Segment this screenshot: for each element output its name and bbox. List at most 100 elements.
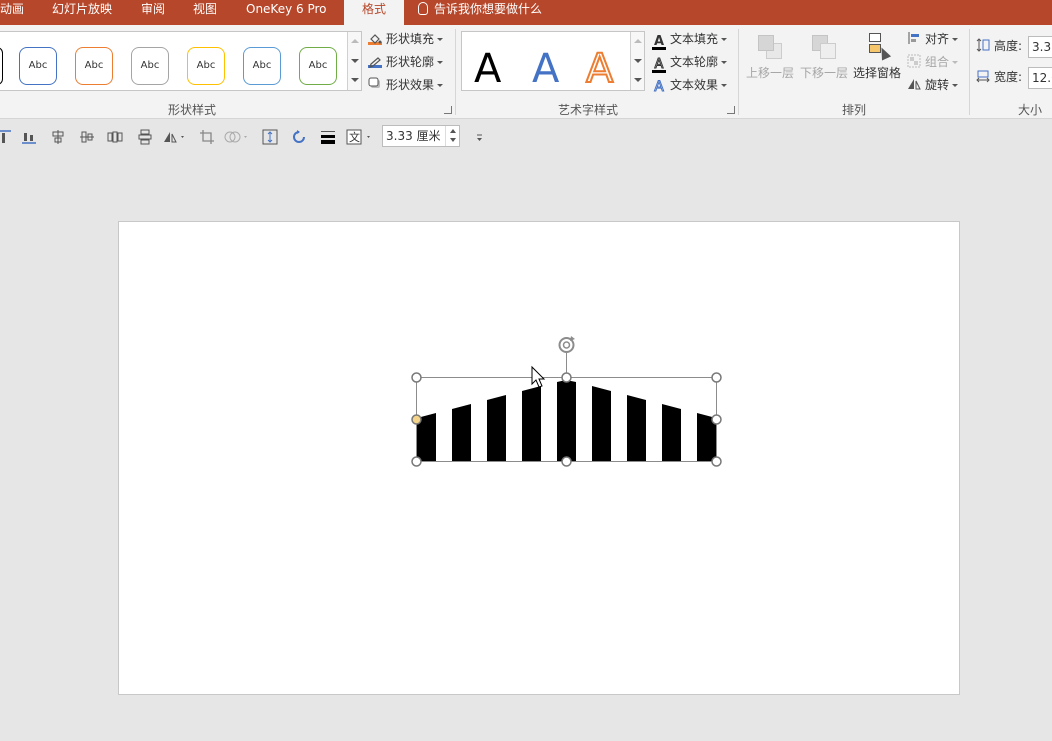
selection-pane-button[interactable]: 选择窗格: [849, 33, 905, 81]
group-label: 组合: [925, 55, 950, 69]
text-fill-label: 文本填充: [670, 32, 719, 46]
quick-format-toolbar: 文 3.33 厘米: [0, 120, 1052, 154]
shape-style-swatch-partial[interactable]: [0, 47, 3, 85]
align-center-icon[interactable]: [50, 129, 66, 145]
crop-icon[interactable]: [199, 129, 215, 145]
slide-canvas[interactable]: [118, 221, 960, 695]
resize-handle-se[interactable]: [711, 456, 722, 467]
adjust-handle[interactable]: [411, 414, 422, 425]
scroll-up-icon[interactable]: [351, 39, 359, 43]
scroll-up-icon[interactable]: [634, 39, 642, 43]
mouse-cursor-icon: [531, 365, 546, 388]
group-divider: [969, 29, 970, 115]
tab-format[interactable]: 格式: [344, 0, 404, 25]
distribute-vertical-icon[interactable]: [137, 129, 153, 145]
align-button[interactable]: 对齐: [907, 29, 959, 49]
shape-style-swatch[interactable]: Abc: [299, 47, 337, 85]
width-input[interactable]: 12.0: [1028, 67, 1052, 89]
wordart-sample[interactable]: A: [532, 45, 559, 93]
gallery-more-icon[interactable]: [351, 78, 359, 82]
flip-dropdown-icon[interactable]: [163, 129, 187, 145]
text-direction-icon[interactable]: 文: [346, 129, 374, 145]
tab-view[interactable]: 视图: [193, 0, 223, 25]
scroll-down-icon[interactable]: [634, 59, 642, 63]
wordart-sample[interactable]: A: [585, 45, 614, 93]
shape-height-fit-icon[interactable]: [262, 129, 278, 145]
group-icon: [907, 54, 921, 68]
shape-style-gallery: Abc Abc Abc Abc Abc Abc: [0, 31, 362, 91]
chevron-down-icon: [437, 38, 444, 41]
line-weight-icon[interactable]: [320, 129, 336, 145]
shape-style-swatch[interactable]: Abc: [243, 47, 281, 85]
resize-handle-ne[interactable]: [711, 372, 722, 383]
align-icon: [907, 31, 921, 45]
height-input[interactable]: 3.33: [1028, 36, 1052, 58]
text-fill-icon: A: [652, 34, 666, 50]
align-middle-icon[interactable]: [79, 129, 95, 145]
shape-style-swatch[interactable]: Abc: [19, 47, 57, 85]
chevron-down-icon: [437, 61, 444, 64]
send-backward-label: 下移一层: [799, 66, 848, 80]
shape-outline-button[interactable]: 形状轮廓: [368, 52, 444, 72]
text-outline-label: 文本轮廓: [670, 55, 719, 69]
shape-style-swatch[interactable]: Abc: [187, 47, 225, 85]
bring-forward-label: 上移一层: [745, 66, 794, 80]
gallery-scrollbar[interactable]: [347, 32, 361, 90]
tab-animations[interactable]: 动画: [0, 0, 30, 25]
resize-handle-sw[interactable]: [411, 456, 422, 467]
align-top-icon[interactable]: [0, 129, 12, 145]
send-backward-icon: [810, 33, 838, 61]
bring-forward-button[interactable]: 上移一层: [742, 33, 798, 81]
gallery-scrollbar[interactable]: [630, 32, 644, 90]
dialog-launcher-icon[interactable]: [444, 106, 452, 114]
align-bottom-icon[interactable]: [21, 129, 37, 145]
text-outline-icon: A: [652, 58, 666, 73]
resize-handle-e[interactable]: [711, 414, 722, 425]
scroll-down-icon[interactable]: [351, 59, 359, 63]
paint-bucket-icon: [368, 31, 382, 45]
group-label-shape-styles: 形状样式: [168, 103, 217, 117]
chevron-down-icon: [952, 38, 959, 41]
rotate-label: 旋转: [925, 78, 950, 92]
resize-handle-n[interactable]: [561, 372, 572, 383]
distribute-horizontal-icon[interactable]: [107, 129, 123, 145]
shape-style-swatch[interactable]: Abc: [131, 47, 169, 85]
spin-up-icon[interactable]: [450, 129, 456, 133]
rotate-button[interactable]: 旋转: [907, 75, 959, 95]
tab-review[interactable]: 审阅: [141, 0, 171, 25]
dialog-launcher-icon[interactable]: [727, 106, 735, 114]
text-outline-button[interactable]: A 文本轮廓: [652, 52, 728, 73]
group-label-arrange: 排列: [842, 103, 867, 117]
selection-pane-icon: [863, 33, 892, 61]
text-effects-label: 文本效果: [670, 78, 719, 92]
size-spinner-input[interactable]: 3.33 厘米: [382, 125, 460, 147]
resize-handle-nw[interactable]: [411, 372, 422, 383]
resize-handle-s[interactable]: [561, 456, 572, 467]
wordart-sample[interactable]: A: [474, 45, 501, 93]
spin-down-icon[interactable]: [450, 138, 456, 142]
shape-style-swatch[interactable]: Abc: [75, 47, 113, 85]
text-effects-button[interactable]: A 文本效果: [652, 75, 728, 95]
send-backward-button[interactable]: 下移一层: [796, 33, 852, 81]
merge-shapes-icon[interactable]: [224, 129, 252, 145]
group-button[interactable]: 组合: [907, 52, 959, 72]
gallery-more-icon[interactable]: [634, 78, 642, 82]
toolbar-overflow-icon[interactable]: [473, 129, 489, 145]
rotate-handle-icon[interactable]: [558, 336, 576, 353]
tab-onekey[interactable]: OneKey 6 Pro: [246, 0, 336, 25]
tell-me-search[interactable]: 告诉我你想要做什么: [418, 0, 542, 25]
selection-pane-label: 选择窗格: [852, 66, 901, 80]
shape-height-icon: [976, 38, 990, 52]
spinner-arrows[interactable]: [445, 126, 459, 146]
shape-effects-button[interactable]: 形状效果: [368, 75, 444, 95]
tab-slideshow[interactable]: 幻灯片放映: [52, 0, 122, 25]
reset-rotation-icon[interactable]: [291, 129, 307, 145]
text-fill-button[interactable]: A 文本填充: [652, 29, 728, 50]
shape-fill-button[interactable]: 形状填充: [368, 29, 444, 49]
wordart-gallery: A A A: [461, 31, 645, 93]
lightbulb-icon: [418, 2, 428, 15]
ribbon: Abc Abc Abc Abc Abc Abc 形状填充 形状轮廓 形状效果 形…: [0, 25, 1052, 119]
selected-shape[interactable]: [417, 380, 716, 462]
shape-outline-label: 形状轮廓: [386, 55, 435, 69]
group-divider: [455, 29, 456, 115]
